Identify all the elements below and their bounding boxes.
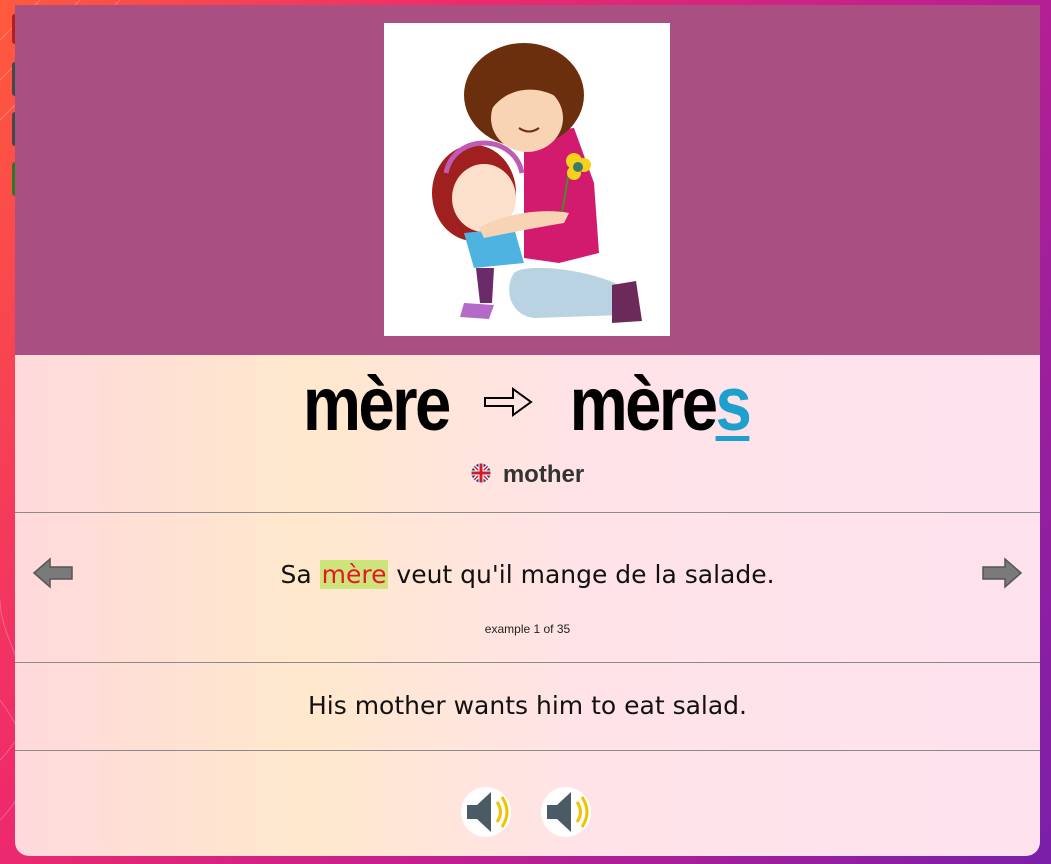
plural-stem: mère [569,362,718,447]
mother-hugging-daughter-illustration [384,23,670,336]
french-example-sentence: Sa mère veut qu'il mange de la salade. [15,560,1040,589]
speaker-icon [540,787,591,837]
audio-button-french[interactable] [460,785,515,839]
singular-word: mère [303,362,452,447]
next-example-button[interactable] [979,553,1023,593]
translation-row: mother [15,457,1040,493]
translation-text: mother [502,461,585,488]
example-highlight: mère [319,560,389,589]
plural-word: mères [569,367,751,443]
example-counter: example 1 of 35 [484,622,571,636]
word-pluralization: mère mères [15,360,1040,450]
right-arrow-icon [982,557,1023,589]
plural-suffix: s [715,362,751,447]
english-translation-sentence: His mother wants him to eat salad. [307,691,747,720]
divider-bottom [15,750,1040,751]
uk-flag-icon [471,463,491,488]
flashcard: mère mères mother Sa mère veut qu'il man… [15,5,1040,856]
speaker-icon [460,787,511,837]
example-before: Sa [280,560,320,589]
divider-top [15,512,1040,513]
audio-button-english[interactable] [540,785,595,839]
right-arrow-icon [483,383,533,427]
image-panel [15,5,1040,355]
divider-middle [15,662,1040,663]
example-after: veut qu'il mange de la salade. [388,560,775,589]
audio-controls [15,785,1040,841]
